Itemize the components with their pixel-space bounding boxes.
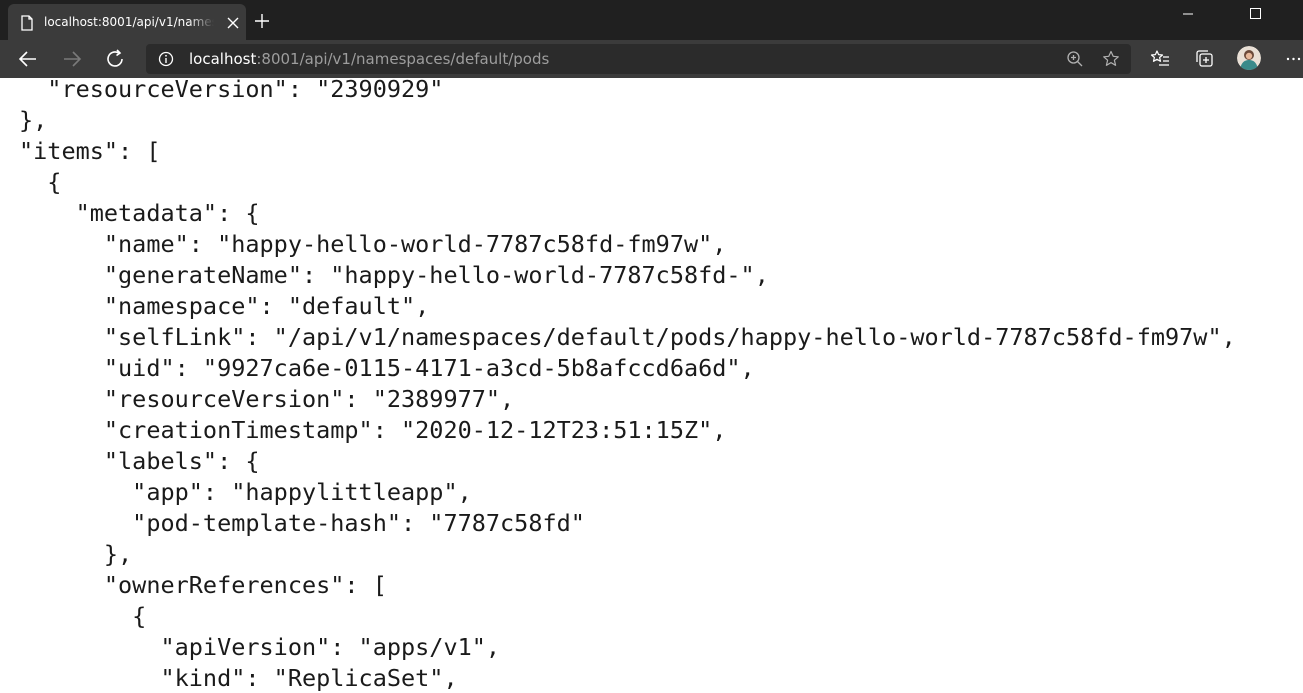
json-line: "pod-template-hash": "7787c58fd" bbox=[19, 509, 585, 537]
refresh-icon[interactable] bbox=[104, 48, 128, 70]
title-bar: localhost:8001/api/v1/namespac bbox=[0, 0, 1303, 40]
json-line: "ownerReferences": [ bbox=[19, 571, 387, 599]
url-text[interactable]: localhost:8001/api/v1/namespaces/default… bbox=[189, 50, 549, 68]
star-icon[interactable] bbox=[1102, 50, 1120, 68]
json-line: "metadata": { bbox=[19, 199, 260, 227]
json-line: "namespace": "default", bbox=[19, 292, 430, 320]
favorites-icon[interactable] bbox=[1148, 48, 1172, 70]
json-line: "selfLink": "/api/v1/namespaces/default/… bbox=[19, 323, 1236, 351]
json-line: "resourceVersion": "2390929" bbox=[19, 78, 444, 103]
json-line: "creationTimestamp": "2020-12-12T23:51:1… bbox=[19, 416, 727, 444]
json-line: "uid": "9927ca6e-0115-4171-a3cd-5b8afccd… bbox=[19, 354, 755, 382]
url-host: localhost bbox=[189, 50, 257, 68]
url-path: :8001/api/v1/namespaces/default/pods bbox=[256, 50, 550, 68]
browser-toolbar: localhost:8001/api/v1/namespaces/default… bbox=[0, 40, 1303, 78]
back-arrow-icon[interactable] bbox=[16, 48, 40, 70]
page-content: "resourceVersion": "2390929"}, "items": [… bbox=[0, 78, 1303, 693]
json-line: "labels": { bbox=[19, 447, 260, 475]
json-line: "name": "happy-hello-world-7787c58fd-fm9… bbox=[19, 230, 727, 258]
address-bar[interactable]: localhost:8001/api/v1/namespaces/default… bbox=[146, 44, 1131, 74]
json-viewer: "resourceVersion": "2390929"}, "items": [… bbox=[19, 78, 1236, 693]
json-line: { bbox=[19, 168, 62, 196]
json-line: "app": "happylittleapp", bbox=[19, 478, 472, 506]
minimize-icon[interactable] bbox=[1165, 0, 1211, 30]
json-line: "items": [ bbox=[19, 137, 161, 165]
json-line: }, bbox=[19, 540, 133, 568]
maximize-icon[interactable] bbox=[1232, 0, 1278, 30]
json-line: "generateName": "happy-hello-world-7787c… bbox=[19, 261, 769, 289]
avatar[interactable] bbox=[1237, 46, 1261, 70]
page-icon bbox=[21, 15, 33, 31]
json-line: "apiVersion": "apps/v1", bbox=[19, 633, 501, 661]
browser-tab[interactable]: localhost:8001/api/v1/namespac bbox=[8, 4, 246, 40]
json-line: "resourceVersion": "2389977", bbox=[19, 385, 515, 413]
tab-title: localhost:8001/api/v1/namespac bbox=[44, 15, 214, 29]
plus-icon[interactable] bbox=[254, 13, 270, 29]
more-icon[interactable] bbox=[1284, 48, 1303, 70]
json-line: "kind": "ReplicaSet", bbox=[19, 664, 458, 692]
info-icon[interactable] bbox=[158, 51, 174, 67]
json-line: }, bbox=[19, 106, 48, 134]
close-icon[interactable] bbox=[226, 16, 240, 30]
forward-arrow-icon[interactable] bbox=[60, 48, 84, 70]
zoom-icon[interactable] bbox=[1066, 50, 1084, 68]
json-line: { bbox=[19, 602, 147, 630]
collections-icon[interactable] bbox=[1193, 48, 1217, 70]
